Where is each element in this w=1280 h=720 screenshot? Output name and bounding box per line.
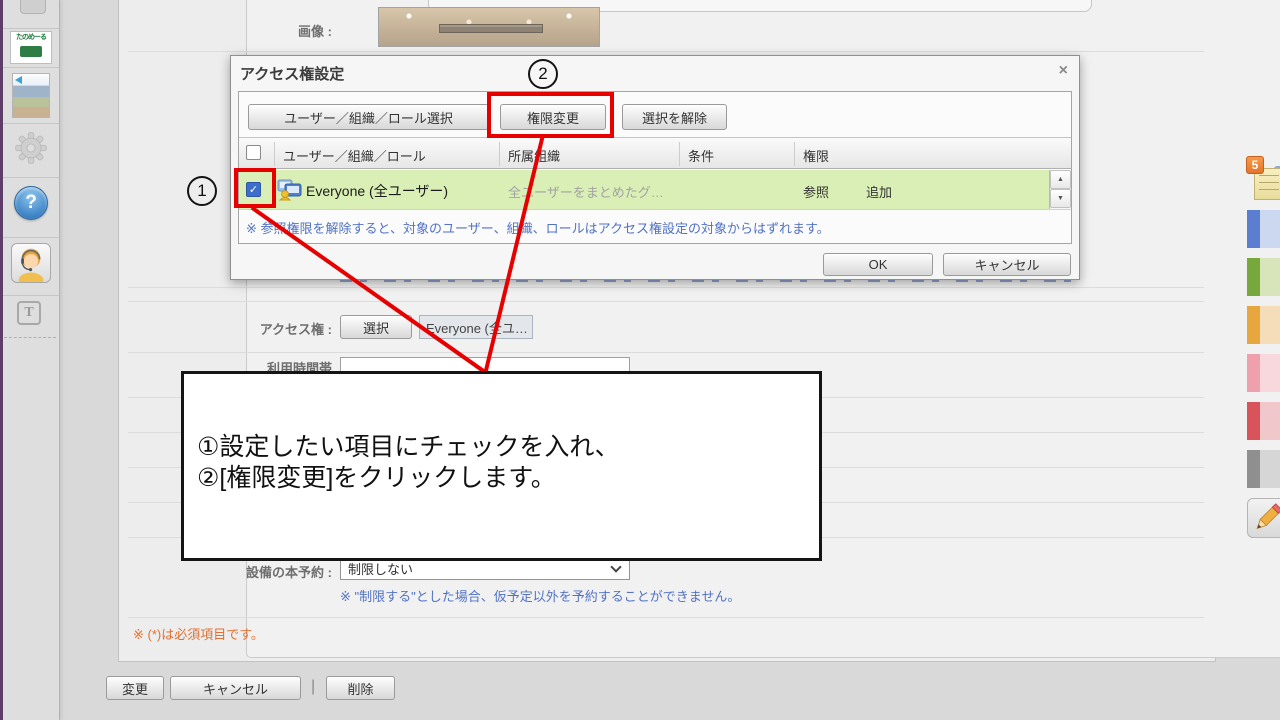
table-row[interactable]: ✓ Everyone (全ユーザー) 全ユーザーをまとめたグ… 参照 追加 ▲ … — [239, 170, 1071, 210]
help-question-mark: ? — [25, 192, 37, 214]
column-header-permission: 権限 — [803, 146, 829, 165]
list-scrollbar[interactable]: ▲ ▼ — [1049, 170, 1071, 209]
column-header-user: ユーザー／組織／ロール — [283, 146, 426, 165]
reservation-label: 設備の本予約 : — [222, 562, 332, 581]
gear-icon[interactable] — [13, 130, 49, 166]
change-button[interactable]: 変更 — [106, 676, 164, 700]
color-swatch-blue[interactable] — [1247, 210, 1280, 248]
dialog-note: ※ 参照権限を解除すると、対象のユーザー、組織、ロールはアクセス権設定の対象から… — [246, 218, 830, 237]
row-permission-view: 参照 — [803, 182, 829, 201]
reservation-note: ※ "制限する"とした場合、仮予定以外を予約することができません。 — [340, 586, 740, 605]
access-rights-label: アクセス権 : — [222, 319, 332, 338]
footer-divider: | — [311, 678, 315, 696]
dialog-list-panel: ユーザー／組織／ロール選択 権限変更 選択を解除 ユーザー／組織／ロール 所属組… — [238, 91, 1072, 244]
memo-icon[interactable]: 5 — [1248, 158, 1280, 204]
group-icon — [277, 179, 303, 201]
ok-button[interactable]: OK — [823, 253, 933, 276]
app-window: たのめーる — [0, 0, 1280, 720]
annotation-note-box: ①設定したい項目にチェックを入れ、 ②[権限変更]をクリックします。 — [181, 371, 822, 561]
sidebar-dashed-divider — [4, 337, 56, 338]
right-sidebar: 5 — [1218, 0, 1280, 720]
required-fields-note: ※ (*)は必須項目です。 — [133, 624, 264, 643]
column-header-condition: 条件 — [688, 146, 714, 165]
row-user-name: Everyone (全ユーザー) — [306, 181, 448, 201]
annotation-button-highlight — [487, 92, 614, 138]
color-swatch-green[interactable] — [1247, 258, 1280, 296]
reservation-selected-value: 制限しない — [348, 559, 413, 578]
annotation-step2-circle: 2 — [528, 59, 558, 89]
annotation-checkbox-highlight — [234, 168, 276, 208]
select-users-button[interactable]: ユーザー／組織／ロール選択 — [248, 104, 489, 130]
table-header-row: ユーザー／組織／ロール 所属組織 条件 権限 — [239, 137, 1071, 169]
access-select-button[interactable]: 選択 — [340, 315, 412, 339]
delete-button[interactable]: 削除 — [326, 676, 395, 700]
sidebar-accent-stripe — [0, 0, 3, 720]
tanomeru-logo-text: たのめーる — [11, 32, 51, 43]
clear-selection-button[interactable]: 選択を解除 — [622, 104, 727, 130]
row-permission-add: 追加 — [866, 182, 892, 201]
annotation-note-line2: ②[権限変更]をクリックします。 — [197, 463, 819, 494]
scroll-down-button[interactable]: ▼ — [1050, 189, 1071, 208]
dialog-cancel-button[interactable]: キャンセル — [943, 253, 1071, 276]
color-swatch-pink[interactable] — [1247, 354, 1280, 392]
dialog-title: アクセス権設定 — [240, 63, 344, 84]
close-icon[interactable]: × — [1059, 62, 1068, 80]
facility-image-thumbnail — [378, 7, 600, 47]
tanomeru-logo-figures — [20, 46, 42, 57]
support-operator-icon[interactable] — [11, 243, 51, 283]
memo-count-badge: 5 — [1246, 156, 1264, 174]
text-tool-icon[interactable]: T — [17, 301, 41, 325]
photo-banner-icon[interactable] — [12, 73, 50, 118]
color-swatch-orange[interactable] — [1247, 306, 1280, 344]
color-swatch-gray[interactable] — [1247, 450, 1280, 488]
help-icon[interactable]: ? — [14, 186, 48, 220]
thumbnail-ceiling-vent — [439, 24, 543, 33]
cropped-app-icon[interactable] — [20, 0, 46, 14]
select-all-checkbox[interactable] — [246, 145, 261, 160]
left-sidebar: たのめーる — [0, 0, 60, 720]
scroll-up-button[interactable]: ▲ — [1050, 170, 1071, 189]
color-swatch-red[interactable] — [1247, 402, 1280, 440]
chevron-down-icon — [610, 561, 621, 572]
pencil-icon[interactable] — [1247, 498, 1280, 538]
image-field-label: 画像 : — [222, 21, 332, 40]
footer-cancel-button[interactable]: キャンセル — [170, 676, 301, 700]
annotation-note-line1: ①設定したい項目にチェックを入れ、 — [197, 432, 819, 463]
annotation-step1-circle: 1 — [187, 176, 217, 206]
access-rights-dialog: アクセス権設定 × ユーザー／組織／ロール選択 権限変更 選択を解除 ユーザー／… — [230, 55, 1080, 280]
tanomeru-app-icon[interactable]: たのめーる — [10, 31, 52, 64]
